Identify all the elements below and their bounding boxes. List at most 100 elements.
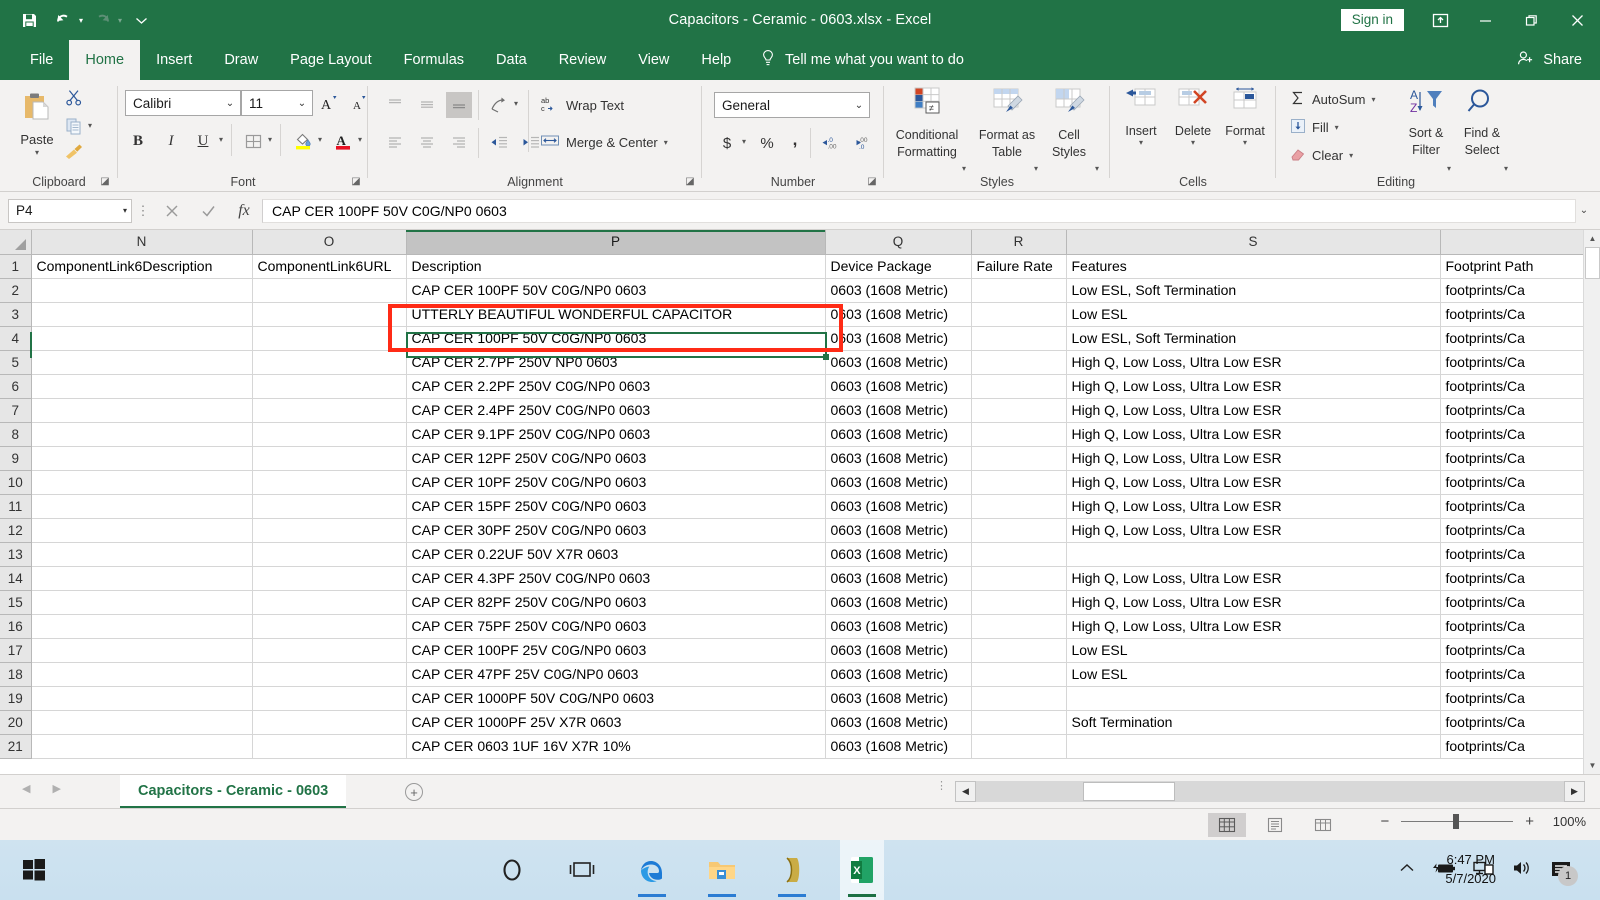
cell-O5[interactable]: [252, 350, 407, 375]
cell-Q18[interactable]: 0603 (1608 Metric): [825, 662, 972, 687]
cell-N2[interactable]: [31, 278, 253, 303]
column-header-T[interactable]: [1440, 230, 1596, 255]
row-header-9[interactable]: 9: [0, 446, 32, 471]
sign-in-button[interactable]: Sign in: [1340, 8, 1404, 32]
row-header-21[interactable]: 21: [0, 734, 32, 759]
cell-T19[interactable]: footprints/Ca: [1440, 686, 1596, 711]
sort-filter-button[interactable]: A Z Sort & Filter: [1396, 86, 1456, 157]
cell-S16[interactable]: High Q, Low Loss, Ultra Low ESR: [1066, 614, 1441, 639]
cell-Q16[interactable]: 0603 (1608 Metric): [825, 614, 972, 639]
cell-P17[interactable]: CAP CER 100PF 25V C0G/NP0 0603: [406, 638, 826, 663]
cell-S17[interactable]: Low ESL: [1066, 638, 1441, 663]
cell-S15[interactable]: High Q, Low Loss, Ultra Low ESR: [1066, 590, 1441, 615]
cell-S18[interactable]: Low ESL: [1066, 662, 1441, 687]
scroll-up-arrow-icon[interactable]: ▲: [1584, 230, 1600, 247]
cell-O11[interactable]: [252, 494, 407, 519]
insert-dropdown-caret[interactable]: ▾: [1139, 138, 1143, 147]
cell-R7[interactable]: [971, 398, 1067, 423]
cell-Q9[interactable]: 0603 (1608 Metric): [825, 446, 972, 471]
tab-view[interactable]: View: [622, 40, 685, 80]
cell-P20[interactable]: CAP CER 1000PF 25V X7R 0603: [406, 710, 826, 735]
cell-R17[interactable]: [971, 638, 1067, 663]
column-header-S[interactable]: S: [1066, 230, 1441, 255]
cell-R3[interactable]: [971, 302, 1067, 327]
underline-dropdown-caret[interactable]: ▾: [219, 135, 223, 144]
cell-P19[interactable]: CAP CER 1000PF 50V C0G/NP0 0603: [406, 686, 826, 711]
insert-function-icon[interactable]: fx: [226, 198, 262, 224]
scissors-icon[interactable]: [62, 86, 86, 110]
fill-handle[interactable]: [823, 354, 829, 360]
cell-T6[interactable]: footprints/Ca: [1440, 374, 1596, 399]
tab-data[interactable]: Data: [480, 40, 543, 80]
cell-P5[interactable]: CAP CER 2.7PF 250V NP0 0603: [406, 350, 826, 375]
cell-S11[interactable]: High Q, Low Loss, Ultra Low ESR: [1066, 494, 1441, 519]
cell-R4[interactable]: [971, 326, 1067, 351]
cell-R11[interactable]: [971, 494, 1067, 519]
zoom-slider-thumb[interactable]: [1453, 814, 1460, 829]
align-middle-button[interactable]: [414, 92, 440, 118]
conditional-formatting-button[interactable]: ≠ Conditional Formatting: [888, 86, 966, 159]
cell-T5[interactable]: footprints/Ca: [1440, 350, 1596, 375]
page-layout-view-icon[interactable]: [1256, 813, 1294, 837]
cell-N12[interactable]: [31, 518, 253, 543]
cell-Q15[interactable]: 0603 (1608 Metric): [825, 590, 972, 615]
fill-dropdown-caret[interactable]: ▾: [1335, 123, 1339, 132]
cell-O2[interactable]: [252, 278, 407, 303]
font-color-icon[interactable]: A: [330, 128, 356, 154]
next-sheet-icon[interactable]: ▶: [52, 782, 60, 795]
cell-T1[interactable]: Footprint Path: [1440, 254, 1596, 279]
cell-N1[interactable]: ComponentLink6Description: [31, 254, 253, 279]
column-header-R[interactable]: R: [971, 230, 1067, 255]
zoom-in-button[interactable]: +: [1525, 813, 1534, 830]
show-hidden-icons-chevron[interactable]: [1399, 861, 1415, 879]
font-name-combo[interactable]: Calibri ⌄: [125, 90, 241, 116]
scrollbar-split-grip[interactable]: ⋮: [936, 781, 947, 792]
row-header-20[interactable]: 20: [0, 710, 32, 735]
autosum-button[interactable]: AutoSum ▾: [1290, 90, 1376, 109]
cell-R15[interactable]: [971, 590, 1067, 615]
paste-button[interactable]: Paste ▾: [8, 86, 66, 170]
cell-Q14[interactable]: 0603 (1608 Metric): [825, 566, 972, 591]
cell-O4[interactable]: [252, 326, 407, 351]
fill-button[interactable]: Fill ▾: [1290, 118, 1339, 137]
cell-O16[interactable]: [252, 614, 407, 639]
cell-Q5[interactable]: 0603 (1608 Metric): [825, 350, 972, 375]
row-header-18[interactable]: 18: [0, 662, 32, 687]
name-box[interactable]: P4 ▾: [8, 198, 132, 223]
scroll-down-arrow-icon[interactable]: ▼: [1584, 757, 1600, 774]
comma-format-button[interactable]: ,: [782, 130, 808, 156]
ribbon-display-options-icon[interactable]: [1418, 0, 1462, 40]
cell-P8[interactable]: CAP CER 9.1PF 250V C0G/NP0 0603: [406, 422, 826, 447]
cell-O20[interactable]: [252, 710, 407, 735]
cell-N10[interactable]: [31, 470, 253, 495]
row-header-6[interactable]: 6: [0, 374, 32, 399]
format-as-table-dropdown-caret[interactable]: ▾: [1034, 164, 1038, 173]
tab-insert[interactable]: Insert: [140, 40, 208, 80]
cell-O12[interactable]: [252, 518, 407, 543]
select-all-corner[interactable]: [0, 230, 32, 255]
spreadsheet-grid[interactable]: N O P Q R S 1 ComponentLink6Description Co…: [0, 230, 1600, 774]
cell-S20[interactable]: Soft Termination: [1066, 710, 1441, 735]
align-bottom-button[interactable]: [446, 92, 472, 118]
cell-R5[interactable]: [971, 350, 1067, 375]
cell-P13[interactable]: CAP CER 0.22UF 50V X7R 0603: [406, 542, 826, 567]
formula-input[interactable]: CAP CER 100PF 50V C0G/NP0 0603: [262, 198, 1576, 223]
tab-review[interactable]: Review: [543, 40, 623, 80]
cell-N8[interactable]: [31, 422, 253, 447]
row-header-7[interactable]: 7: [0, 398, 32, 423]
borders-dropdown-caret[interactable]: ▾: [268, 135, 272, 144]
fill-color-icon[interactable]: [290, 128, 316, 154]
cell-N9[interactable]: [31, 446, 253, 471]
paste-dropdown-caret[interactable]: ▾: [35, 148, 39, 157]
cell-P1[interactable]: Description: [406, 254, 826, 279]
number-dialog-launcher[interactable]: ◪: [865, 174, 879, 188]
cell-R14[interactable]: [971, 566, 1067, 591]
previous-sheet-icon[interactable]: ◀: [22, 782, 30, 795]
formula-bar-grip[interactable]: ⋮: [132, 203, 154, 219]
row-header-11[interactable]: 11: [0, 494, 32, 519]
edge-icon[interactable]: [630, 840, 674, 900]
font-size-combo[interactable]: 11 ⌄: [241, 90, 313, 116]
cell-O18[interactable]: [252, 662, 407, 687]
cell-P21[interactable]: CAP CER 0603 1UF 16V X7R 10%: [406, 734, 826, 759]
zoom-out-button[interactable]: −: [1380, 813, 1389, 830]
